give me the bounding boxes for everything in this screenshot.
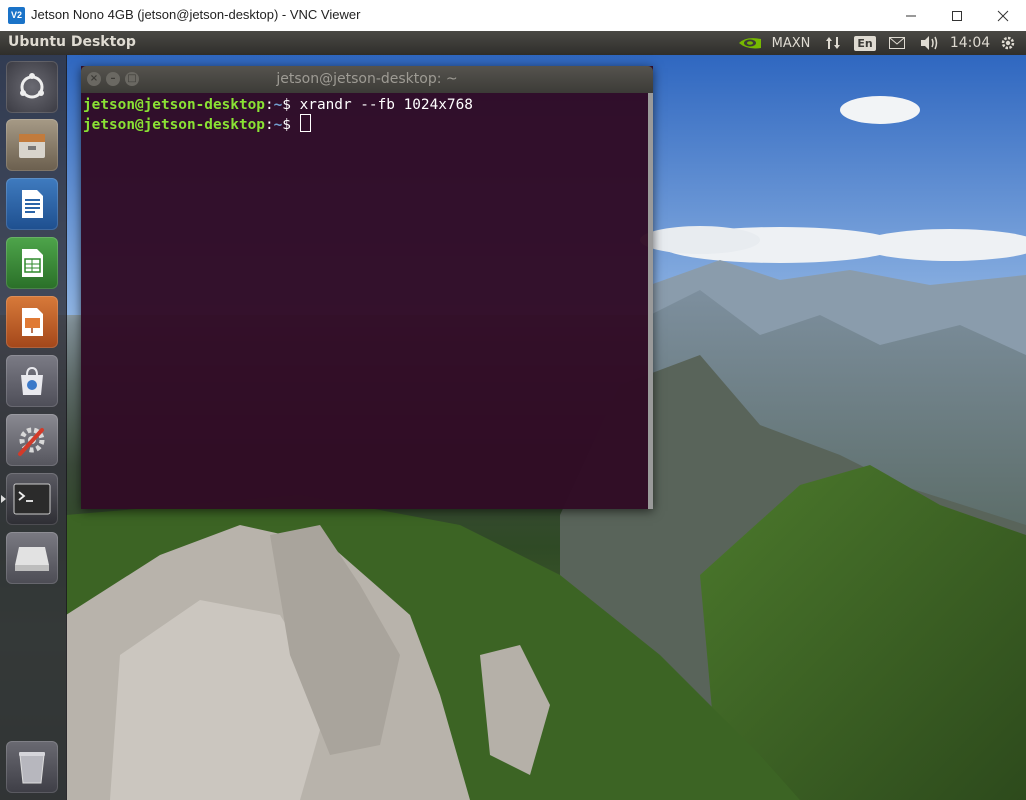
terminal-line: jetson@jetson-desktop:~$ [83, 114, 648, 134]
vnc-window-title: Jetson Nono 4GB (jetson@jetson-desktop) … [31, 7, 361, 22]
prompt-separator: : [264, 97, 274, 113]
trash-icon [19, 752, 45, 784]
panel-title: Ubuntu Desktop [8, 34, 136, 50]
prompt-path: ~ [273, 117, 283, 133]
launcher-item-trash[interactable] [6, 741, 58, 793]
prompt-symbol: $ [282, 117, 300, 133]
launcher-item-settings[interactable] [6, 414, 58, 466]
keyboard-indicator[interactable]: En [854, 31, 876, 55]
terminal-scrollbar[interactable] [648, 93, 653, 509]
minimize-button[interactable] [888, 0, 934, 31]
close-button[interactable] [980, 0, 1026, 31]
libreoffice-calc-icon [22, 249, 43, 277]
terminal-line: jetson@jetson-desktop:~$ xrandr --fb 102… [83, 96, 648, 114]
vnc-logo-icon: V2 [8, 7, 25, 24]
text-cursor [299, 114, 311, 132]
session-indicator[interactable] [996, 31, 1020, 55]
network-updown-icon [826, 37, 840, 49]
launcher-item-terminal[interactable] [1, 473, 58, 525]
volume-icon [921, 36, 938, 50]
nvidia-indicator[interactable] [736, 31, 764, 55]
maximize-icon [952, 10, 962, 21]
prompt-separator: : [264, 117, 274, 133]
prompt-symbol: $ [282, 97, 300, 113]
terminal-icon [13, 483, 51, 515]
system-settings-icon [18, 427, 45, 456]
prompt-user: jetson@jetson-desktop [83, 117, 265, 133]
sound-indicator[interactable] [918, 31, 942, 55]
launcher-item-software[interactable] [6, 355, 58, 407]
libreoffice-writer-icon [22, 190, 43, 218]
launcher-item-drive[interactable] [6, 532, 58, 584]
gear-icon [1001, 36, 1015, 50]
keyboard-layout-label: En [854, 35, 876, 51]
clock[interactable]: 14:04 [948, 31, 992, 55]
drive-icon [15, 547, 49, 571]
power-mode-label[interactable]: MAXN [768, 31, 814, 55]
prompt-user: jetson@jetson-desktop [83, 97, 265, 113]
minimize-icon [906, 15, 916, 16]
unity-launcher [0, 55, 67, 800]
launcher-item-calc[interactable] [6, 237, 58, 289]
ubuntu-dash-icon [20, 73, 44, 99]
maximize-button[interactable] [934, 0, 980, 31]
prompt-path: ~ [273, 97, 283, 113]
launcher-item-writer[interactable] [6, 178, 58, 230]
libreoffice-impress-icon [22, 308, 43, 336]
close-icon [997, 10, 1009, 21]
nvidia-icon [739, 38, 761, 49]
command-text: xrandr --fb 1024x768 [299, 97, 473, 113]
launcher-item-files[interactable] [6, 119, 58, 171]
ubuntu-top-panel: Ubuntu Desktop MAXN En 14:04 [0, 31, 1026, 55]
launcher-item-dash[interactable] [6, 61, 58, 113]
ubuntu-software-icon [21, 366, 43, 395]
terminal-titlebar[interactable]: × – □ jetson@jetson-desktop: ~ [81, 66, 653, 93]
messaging-indicator[interactable] [886, 31, 908, 55]
launcher-item-impress[interactable] [6, 296, 58, 348]
terminal-output[interactable]: jetson@jetson-desktop:~$ xrandr --fb 102… [83, 96, 648, 506]
vnc-titlebar: V2 Jetson Nono 4GB (jetson@jetson-deskto… [0, 0, 1026, 32]
mail-icon [889, 37, 905, 49]
terminal-title: jetson@jetson-desktop: ~ [276, 71, 458, 87]
files-icon [19, 134, 45, 158]
terminal-window[interactable]: × – □ jetson@jetson-desktop: ~ jetson@je… [81, 66, 653, 509]
network-indicator[interactable] [822, 31, 844, 55]
